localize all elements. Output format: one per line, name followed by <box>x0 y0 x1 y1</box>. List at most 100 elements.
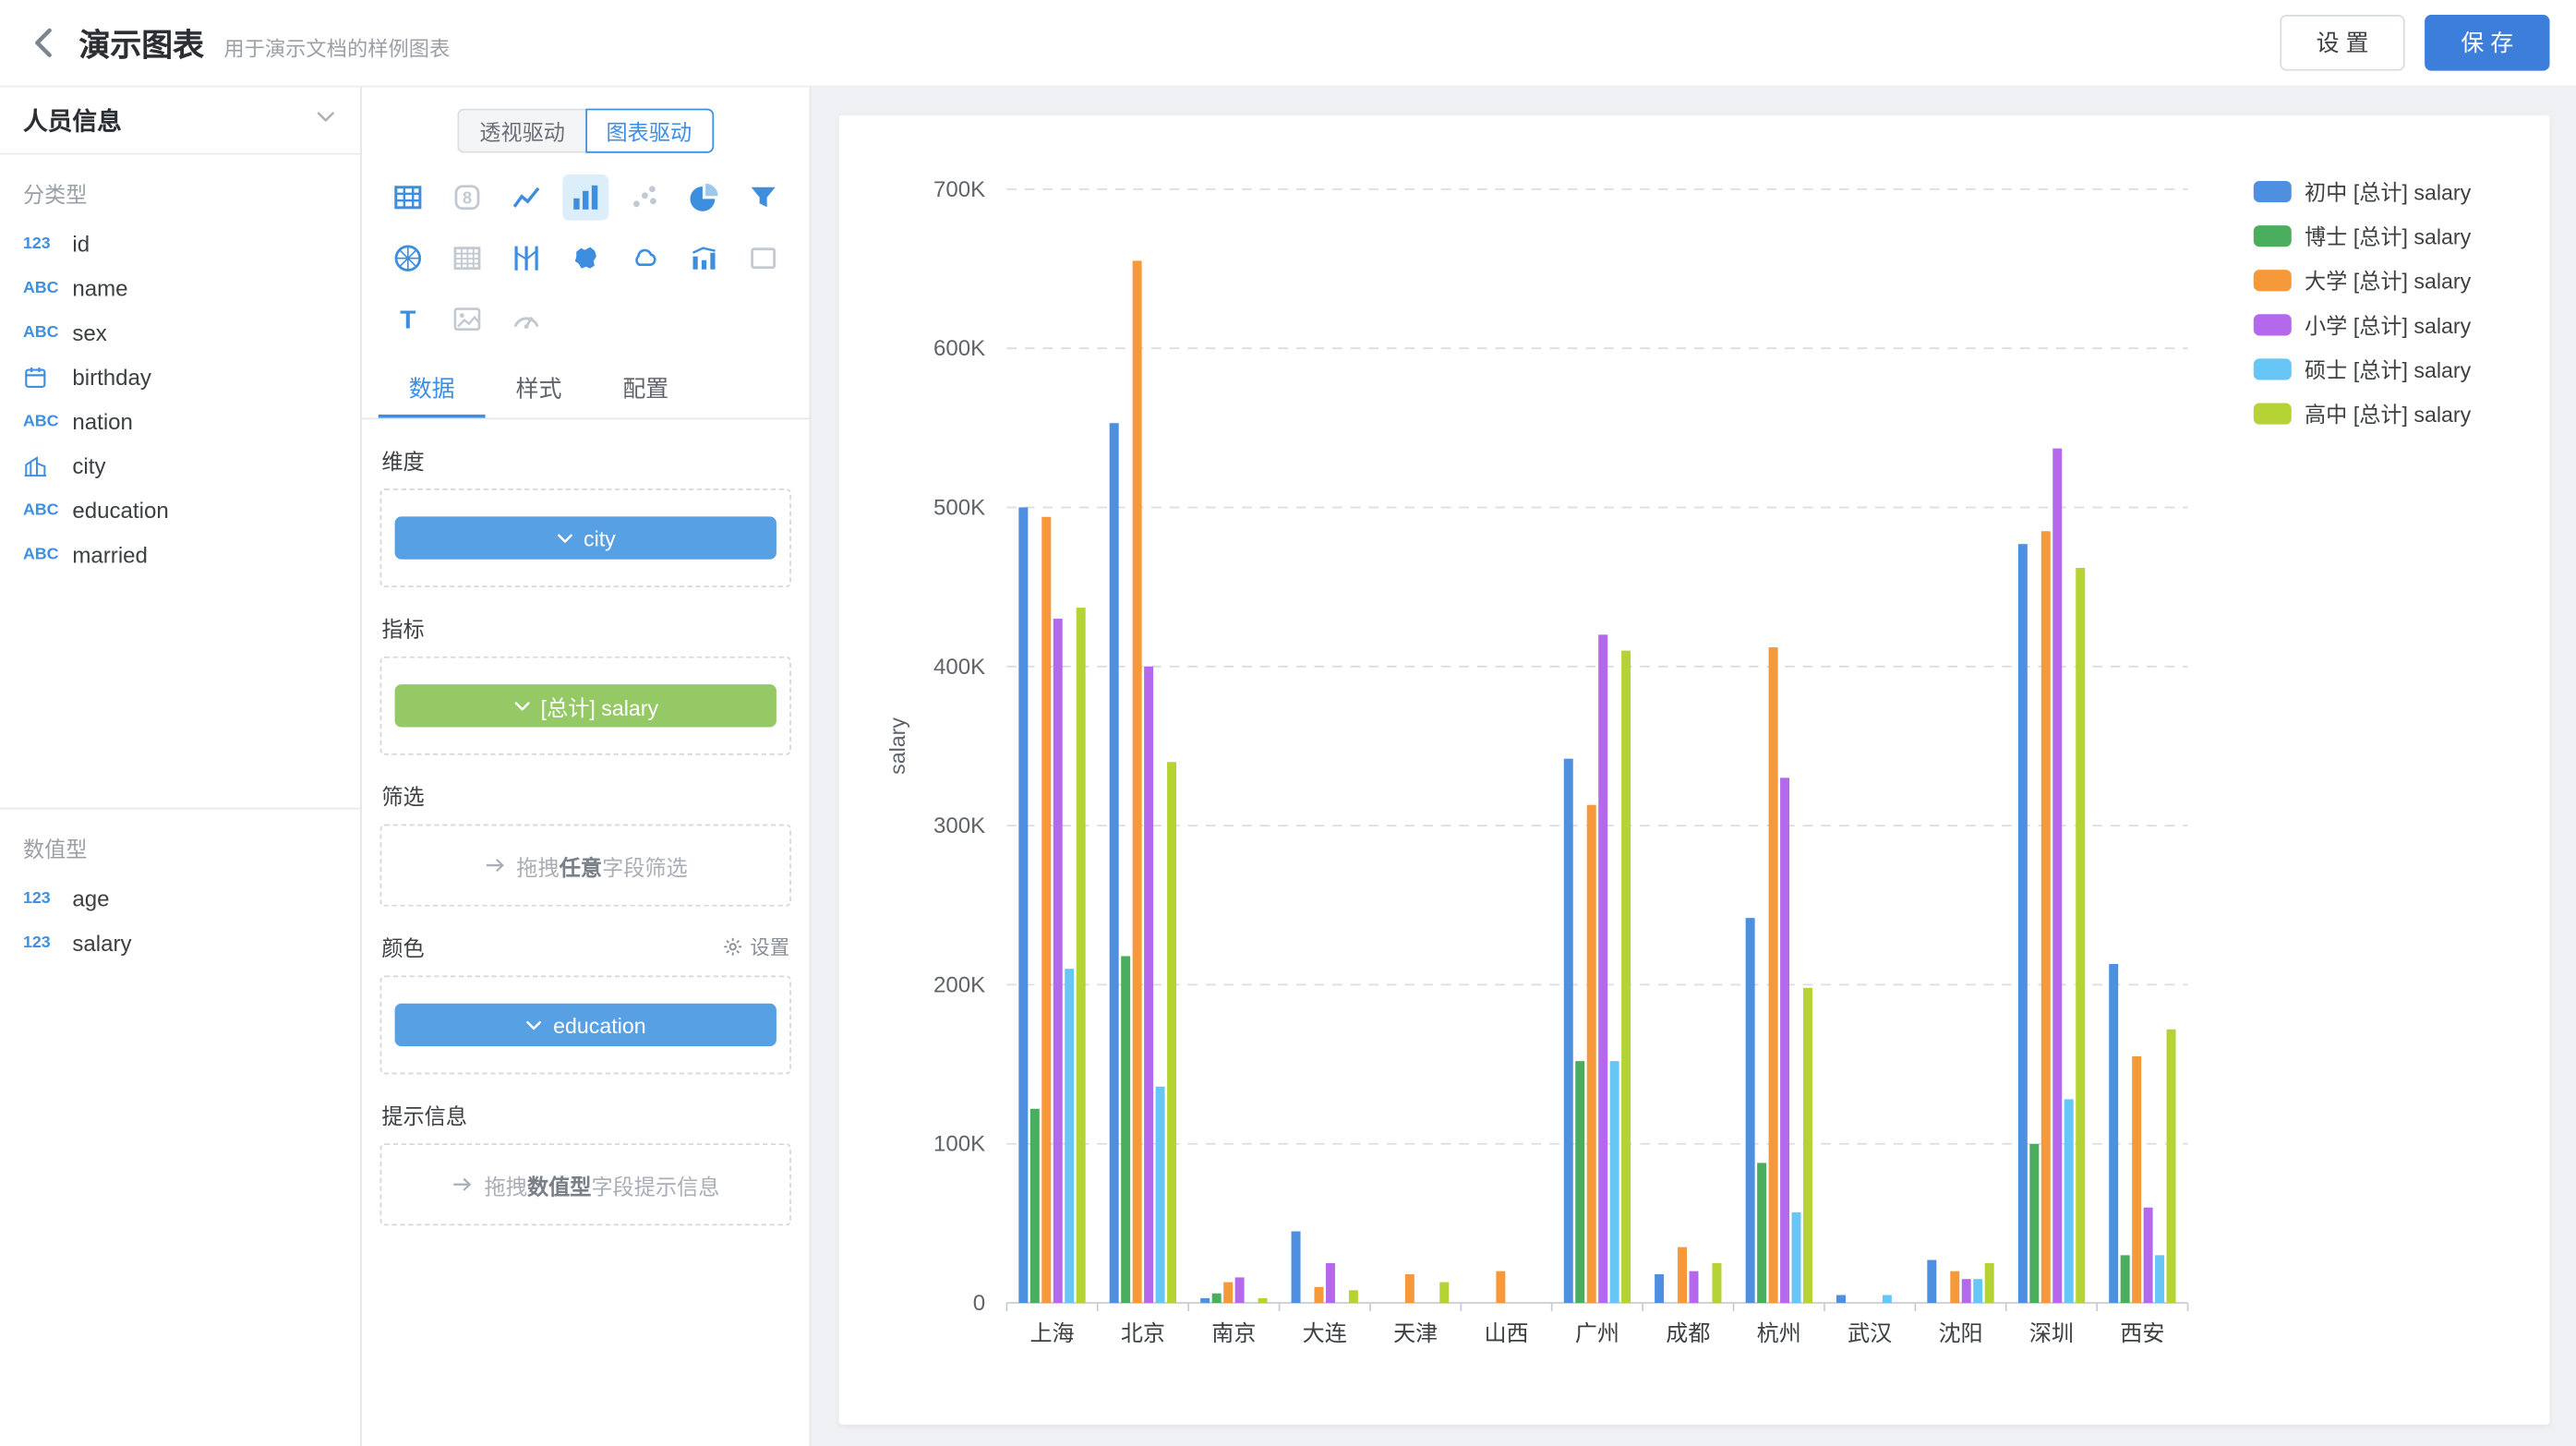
legend-item[interactable]: 博士 [总计] salary <box>2254 225 2472 249</box>
dataset-selector[interactable]: 人员信息 <box>0 87 360 154</box>
tab-config[interactable]: 配置 <box>592 362 699 418</box>
tab-data[interactable]: 数据 <box>379 362 486 418</box>
bar[interactable] <box>1712 1263 1721 1303</box>
bar[interactable] <box>1212 1294 1222 1303</box>
bar[interactable] <box>2109 964 2118 1303</box>
color-dropzone[interactable]: education <box>380 975 791 1074</box>
dimension-pill[interactable]: city <box>395 516 776 559</box>
image-icon[interactable] <box>444 296 490 343</box>
bar[interactable] <box>1610 1061 1619 1303</box>
bar[interactable] <box>2041 531 2051 1303</box>
filter-dropzone[interactable]: 拖拽任意字段筛选 <box>380 825 791 907</box>
bar[interactable] <box>1564 759 1573 1303</box>
bar-chart-icon[interactable] <box>562 175 608 221</box>
funnel-chart-icon[interactable] <box>740 175 787 221</box>
text-icon[interactable]: T <box>385 296 431 343</box>
bar[interactable] <box>1927 1260 1936 1304</box>
bar[interactable] <box>1780 777 1789 1303</box>
map-chart-icon[interactable] <box>562 235 608 282</box>
bar[interactable] <box>1587 805 1596 1303</box>
bar[interactable] <box>1405 1274 1414 1303</box>
bar[interactable] <box>1836 1295 1846 1303</box>
bar[interactable] <box>1598 634 1607 1303</box>
bar[interactable] <box>2121 1255 2130 1303</box>
bar[interactable] <box>2132 1056 2141 1303</box>
bar[interactable] <box>1065 969 1074 1303</box>
bar[interactable] <box>2167 1030 2176 1303</box>
bar[interactable] <box>1144 667 1153 1303</box>
dimension-dropzone[interactable]: city <box>380 488 791 587</box>
field-item-nation[interactable]: ABCnation <box>0 400 360 444</box>
bar[interactable] <box>1315 1287 1324 1303</box>
bar[interactable] <box>1133 260 1142 1303</box>
bar[interactable] <box>1973 1279 1982 1303</box>
bar[interactable] <box>1678 1247 1687 1303</box>
save-button[interactable]: 保 存 <box>2425 15 2549 71</box>
mode-tab-pivot[interactable]: 透视驱动 <box>458 109 584 153</box>
table-icon[interactable] <box>385 175 431 221</box>
back-button[interactable] <box>17 15 73 71</box>
legend-item[interactable]: 高中 [总计] salary <box>2254 403 2472 427</box>
settings-button[interactable]: 设 置 <box>2280 15 2404 71</box>
line-chart-icon[interactable] <box>503 175 549 221</box>
number-card-icon[interactable]: 8 <box>444 175 490 221</box>
field-item-education[interactable]: ABCeducation <box>0 488 360 533</box>
bar[interactable] <box>1018 507 1028 1303</box>
metric-pill[interactable]: [总计] salary <box>395 684 776 727</box>
wordcloud-chart-icon[interactable] <box>621 235 668 282</box>
bar[interactable] <box>1200 1298 1210 1303</box>
bar[interactable] <box>1769 647 1778 1303</box>
bar[interactable] <box>1575 1061 1584 1303</box>
bar[interactable] <box>1292 1232 1301 1304</box>
legend-item[interactable]: 小学 [总计] salary <box>2254 314 2472 338</box>
bar[interactable] <box>2064 1099 2074 1303</box>
color-settings-button[interactable]: 设置 <box>722 933 789 960</box>
bar[interactable] <box>1077 608 1086 1303</box>
bar[interactable] <box>1655 1274 1664 1303</box>
field-item-age[interactable]: 123age <box>0 877 360 922</box>
bar[interactable] <box>2018 544 2028 1303</box>
metric-dropzone[interactable]: [总计] salary <box>380 657 791 755</box>
tab-style[interactable]: 样式 <box>486 362 593 418</box>
field-item-name[interactable]: ABCname <box>0 267 360 311</box>
bar[interactable] <box>1223 1283 1233 1303</box>
field-item-sex[interactable]: ABCsex <box>0 311 360 355</box>
bar[interactable] <box>1439 1283 1449 1303</box>
bar[interactable] <box>1757 1163 1766 1303</box>
bar[interactable] <box>2155 1255 2164 1303</box>
bar[interactable] <box>1496 1271 1505 1303</box>
bar[interactable] <box>2029 1144 2039 1303</box>
bar[interactable] <box>1041 517 1051 1303</box>
bar[interactable] <box>1950 1271 1959 1303</box>
color-pill[interactable]: education <box>395 1004 776 1046</box>
legend-item[interactable]: 初中 [总计] salary <box>2254 180 2472 204</box>
field-item-married[interactable]: ABCmarried <box>0 533 360 577</box>
frame-icon[interactable] <box>740 235 787 282</box>
legend-item[interactable]: 大学 [总计] salary <box>2254 270 2472 294</box>
bar[interactable] <box>1156 1087 1165 1303</box>
field-item-salary[interactable]: 123salary <box>0 922 360 966</box>
bar[interactable] <box>1030 1109 1040 1303</box>
pie-chart-icon[interactable] <box>681 175 728 221</box>
bar[interactable] <box>2052 449 2062 1303</box>
field-item-birthday[interactable]: birthday <box>0 355 360 400</box>
bar[interactable] <box>1121 956 1130 1303</box>
pivot-table-icon[interactable] <box>444 235 490 282</box>
bar[interactable] <box>1883 1295 1892 1303</box>
mode-tab-chart[interactable]: 图表驱动 <box>584 109 713 153</box>
tooltip-dropzone[interactable]: 拖拽数值型字段提示信息 <box>380 1143 791 1225</box>
bar[interactable] <box>1235 1277 1245 1303</box>
radar-chart-icon[interactable] <box>385 235 431 282</box>
field-item-id[interactable]: 123id <box>0 223 360 267</box>
bar[interactable] <box>2144 1208 2153 1303</box>
bar[interactable] <box>1621 651 1631 1303</box>
bar[interactable] <box>1349 1290 1358 1303</box>
bar[interactable] <box>1167 762 1176 1303</box>
bar[interactable] <box>1746 918 1755 1303</box>
bar[interactable] <box>1803 988 1812 1303</box>
bar[interactable] <box>1985 1263 1994 1303</box>
field-item-city[interactable]: city <box>0 444 360 488</box>
bar[interactable] <box>1690 1271 1699 1303</box>
legend-item[interactable]: 硕士 [总计] salary <box>2254 358 2472 382</box>
bar[interactable] <box>1110 423 1119 1303</box>
